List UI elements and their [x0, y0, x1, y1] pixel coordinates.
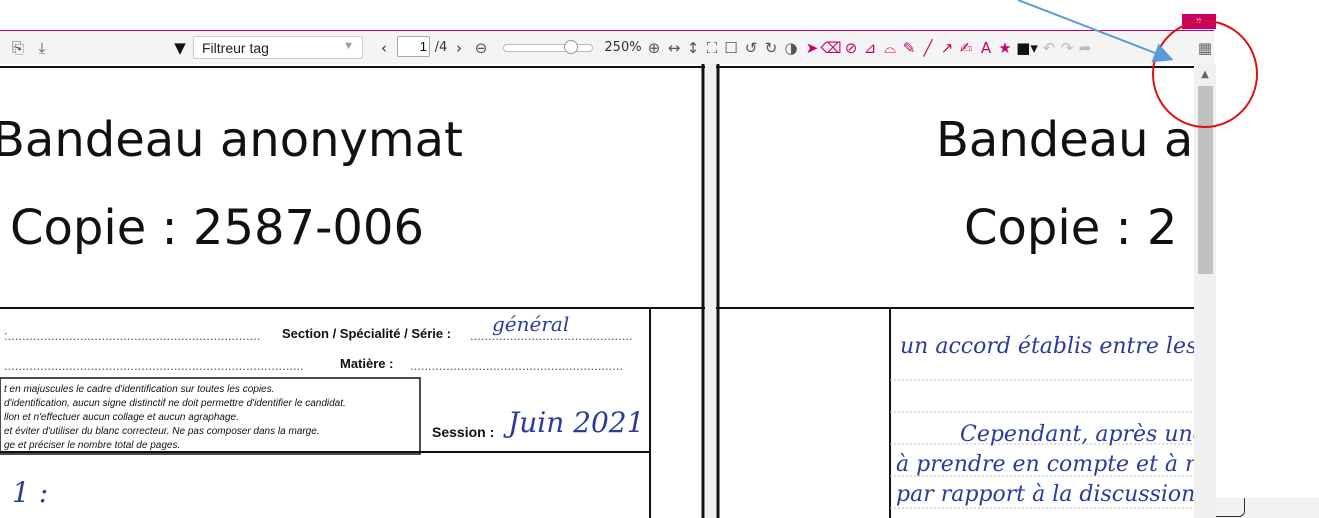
- star-icon[interactable]: ★: [996, 31, 1014, 64]
- exam-page-2: Bandeau a Copie : 2 un accord établis en…: [716, 64, 1194, 518]
- copy-id: Copie : 2: [964, 200, 1178, 256]
- scrollbar-thumb[interactable]: [1198, 86, 1213, 274]
- zoom-slider[interactable]: [503, 44, 593, 52]
- zoom-out-icon[interactable]: ⊖: [471, 31, 491, 64]
- dotted-leader: ........................................…: [410, 358, 624, 373]
- page-current: 1: [419, 39, 427, 54]
- share-icon[interactable]: ➦: [1076, 31, 1094, 64]
- next-page-icon[interactable]: ›: [452, 31, 466, 64]
- filter-icon: ▼: [174, 38, 186, 57]
- instruction-line: llon et n'effectuer aucun collage et auc…: [4, 412, 239, 423]
- handwriting-line: à prendre en compte et à rel: [896, 452, 1194, 477]
- fit-width-icon[interactable]: ↔: [665, 31, 683, 64]
- panel-corner: [1216, 498, 1245, 517]
- zoom-in-icon[interactable]: ⊕: [645, 31, 663, 64]
- arrow-tool-icon[interactable]: ↗: [938, 31, 956, 64]
- rotate-right-icon[interactable]: ↻: [762, 31, 780, 64]
- scroll-up-icon[interactable]: ▲: [1196, 64, 1214, 84]
- instruction-line: d'identification, aucun signe distinctif…: [4, 398, 346, 409]
- chevron-down-icon: ▼: [343, 40, 354, 52]
- pencil-icon[interactable]: ✎: [900, 31, 918, 64]
- field-session-label: Session :: [432, 424, 495, 440]
- field-section-label: Section / Spécialité / Série :: [282, 326, 452, 341]
- rotate-left-icon[interactable]: ↺: [742, 31, 760, 64]
- exam-page-1: Bandeau anonymat Copie : 2587-006 :.....…: [0, 64, 705, 518]
- handwriting-section: général: [492, 312, 570, 336]
- line-icon[interactable]: ╱: [919, 31, 937, 64]
- color-picker-icon[interactable]: ■▾: [1015, 31, 1039, 64]
- handwriting-line: par rapport à la discussion: [896, 482, 1194, 507]
- tag-filter-value: Filtreur tag: [202, 39, 269, 56]
- crop-icon[interactable]: ☐: [722, 31, 740, 64]
- instruction-line: t en majuscules le cadre d'identificatio…: [4, 384, 275, 395]
- highlighter-icon[interactable]: ⊘: [842, 31, 860, 64]
- fit-height-icon[interactable]: ↕: [684, 31, 702, 64]
- banner-title: Bandeau a: [936, 112, 1194, 168]
- page-gap: [705, 64, 716, 518]
- download-icon[interactable]: ⤓: [32, 31, 52, 64]
- undo-icon[interactable]: ↶: [1040, 31, 1058, 64]
- handwriting-line: un accord établis entre les: [900, 334, 1194, 359]
- instruction-line: et éviter d'utiliser du blanc correcteur…: [4, 426, 320, 437]
- prev-page-icon[interactable]: ‹: [376, 31, 392, 64]
- handwriting-line: Cependant, après une mig: [960, 422, 1194, 447]
- item-number: 1 :: [12, 476, 49, 509]
- copy-id: Copie : 2587-006: [10, 200, 424, 256]
- handwriting-session: Juin 2021: [508, 406, 645, 439]
- field-matiere-label: Matière :: [340, 356, 394, 371]
- text-tool-icon[interactable]: A: [977, 31, 995, 64]
- eraser-icon[interactable]: ⌫: [820, 31, 841, 64]
- zoom-slider-handle[interactable]: [564, 40, 578, 54]
- page-number-input[interactable]: 1: [397, 36, 430, 57]
- calculator-icon[interactable]: ▦: [1196, 31, 1214, 64]
- collapse-chevron-icon[interactable]: »: [1182, 14, 1216, 29]
- ruler-icon[interactable]: ⊿: [861, 31, 879, 64]
- dotted-leader: ........................................…: [4, 358, 304, 373]
- protractor-icon[interactable]: ⌓: [881, 31, 899, 64]
- dotted-leader: :.......................................…: [4, 328, 261, 343]
- select-pointer-icon[interactable]: ➤: [803, 31, 821, 64]
- banner-title: Bandeau anonymat: [0, 112, 463, 168]
- brush-icon[interactable]: ✍: [957, 31, 975, 64]
- instruction-line: ge et préciser le nombre total de pages.: [4, 440, 181, 451]
- fullscreen-icon[interactable]: ⛶: [703, 31, 721, 64]
- zoom-level: 250%: [604, 40, 642, 55]
- tag-filter-select[interactable]: Filtreur tag ▼: [193, 36, 363, 59]
- copy-icon[interactable]: ⎘: [8, 31, 28, 64]
- contrast-icon[interactable]: ◑: [782, 31, 800, 64]
- redo-icon[interactable]: ↷: [1058, 31, 1076, 64]
- header-accent-line: [0, 0, 1214, 31]
- page-total: /4: [434, 40, 448, 55]
